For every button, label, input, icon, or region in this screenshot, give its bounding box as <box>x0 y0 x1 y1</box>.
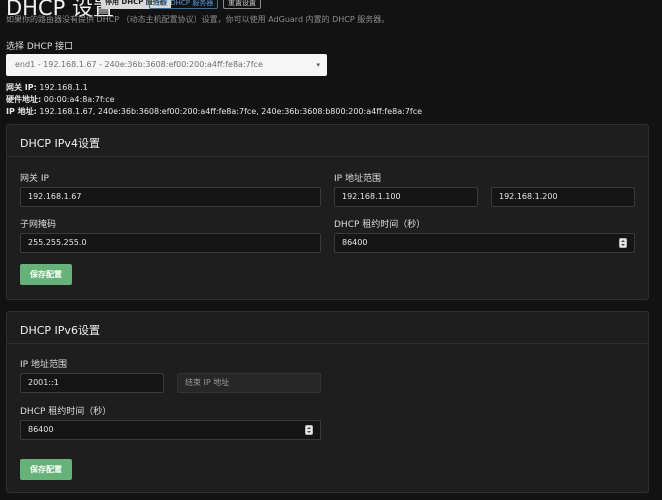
ipv4-range-end-input[interactable]: 192.168.1.200 <box>491 187 635 207</box>
ipv4-lease-input[interactable]: 86400 <box>334 233 635 253</box>
check-dhcp-button[interactable]: 检查 DHCP 服务器 <box>149 0 219 9</box>
interface-select-label: 选择 DHCP 接口 <box>6 42 74 52</box>
ipv6-lease-input[interactable]: 86400 <box>20 420 321 440</box>
ipv4-range-start-input[interactable]: 192.168.1.100 <box>334 187 478 207</box>
ipv4-card-title: DHCP IPv4设置 <box>20 137 100 150</box>
mac-info: 硬件地址: 00:00:a4:8a:7f:ce <box>6 94 115 105</box>
mac-info-label: 硬件地址: <box>6 95 42 104</box>
ipv4-mask-input[interactable]: 255.255.255.0 <box>20 233 321 253</box>
reset-settings-button[interactable]: 重置设置 <box>223 0 261 9</box>
ipv4-mask-label: 子网掩码 <box>20 220 57 230</box>
ipv6-lease-label: DHCP 租约时间（秒） <box>20 407 112 417</box>
ipv6-settings-card <box>6 311 649 493</box>
ipv6-range-end-input[interactable]: 结束 IP 地址 <box>177 373 321 393</box>
page-description: 如果你的路由器没有提供 DHCP （动态主机配置协议）设置，你可以使用 AdGu… <box>6 15 390 24</box>
ipv4-save-button[interactable]: 保存配置 <box>20 264 72 285</box>
ip-info-value: 192.168.1.67, 240e:36b:3608:ef00:200:a4f… <box>39 107 423 116</box>
mac-info-value: 00:00:a4:8a:7f:ce <box>43 95 115 104</box>
spinner-arrows-icon[interactable] <box>619 238 627 248</box>
ipv4-gateway-input[interactable]: 192.168.1.67 <box>20 187 321 207</box>
spinner-arrows-icon[interactable] <box>305 425 313 435</box>
ipv6-range-label: IP 地址范围 <box>20 360 67 370</box>
ipv6-card-title: DHCP IPv6设置 <box>20 324 100 337</box>
interface-select-value: end1 - 192.168.1.67 - 240e:36b:3608:ef00… <box>15 60 263 69</box>
ipv6-divider <box>7 343 648 344</box>
ipv6-range-start-input[interactable]: 2001::1 <box>20 373 164 393</box>
ipv4-range-label: IP 地址范围 <box>334 174 381 184</box>
ipv4-divider <box>7 156 648 157</box>
ipv4-lease-label: DHCP 租约时间（秒） <box>334 220 426 230</box>
ipv6-lease-value: 86400 <box>28 425 54 434</box>
ipv4-lease-value: 86400 <box>342 238 368 247</box>
gateway-info-value: 192.168.1.1 <box>39 83 88 92</box>
ipv4-gateway-label: 网关 IP <box>20 174 49 184</box>
ipv4-settings-card <box>6 124 649 300</box>
interface-select[interactable]: end1 - 192.168.1.67 - 240e:36b:3608:ef00… <box>6 54 327 76</box>
gateway-info-label: 网关 IP: <box>6 83 37 92</box>
gateway-info: 网关 IP: 192.168.1.1 <box>6 82 88 93</box>
ip-info: IP 地址: 192.168.1.67, 240e:36b:3608:ef00:… <box>6 106 422 117</box>
chevron-down-icon: ▾ <box>316 61 320 69</box>
ipv6-save-button[interactable]: 保存配置 <box>20 459 72 480</box>
ip-info-label: IP 地址: <box>6 107 37 116</box>
